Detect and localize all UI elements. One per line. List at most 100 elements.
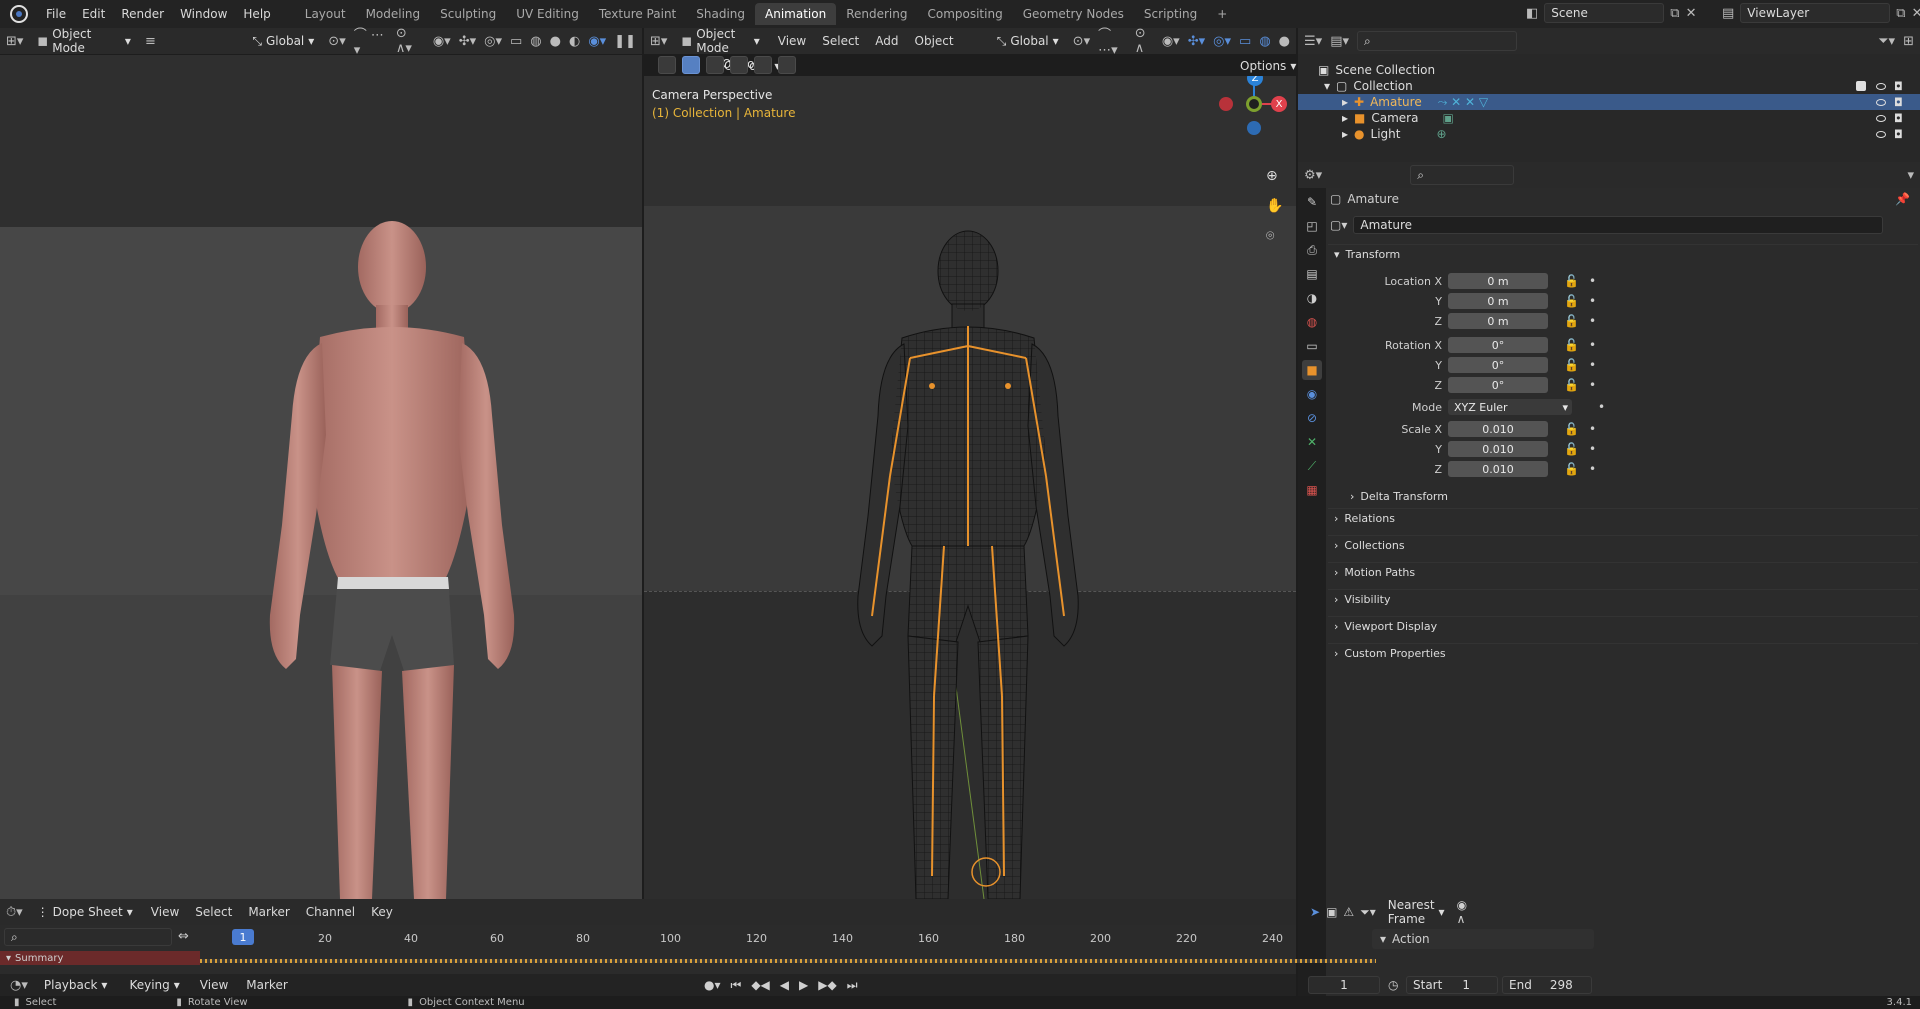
texture-tab-icon[interactable]: ▦	[1302, 480, 1322, 500]
visibility-panel-header[interactable]: › Visibility	[1328, 589, 1918, 609]
visibility-icon[interactable]: ◉▾	[1162, 34, 1180, 49]
pivot-icon[interactable]: ⊙▾	[1073, 34, 1090, 49]
lock-icon[interactable]: 🔓	[1564, 442, 1579, 456]
select-intersect-icon[interactable]	[778, 56, 796, 74]
menu-file[interactable]: File	[38, 0, 74, 28]
pan-hand-icon[interactable]: ✋	[1266, 198, 1283, 214]
lock-icon[interactable]: 🔓	[1564, 294, 1579, 308]
end-frame-field[interactable]: End 298	[1502, 976, 1592, 994]
zoom-icon[interactable]: ⊕	[1266, 168, 1278, 184]
menu-view[interactable]: View	[196, 975, 232, 995]
scene-tab-icon[interactable]: ◑	[1302, 288, 1322, 308]
action-panel-header[interactable]: ▾ Action	[1372, 929, 1594, 949]
tab-animation[interactable]: Animation	[755, 3, 837, 25]
outliner-collection[interactable]: ▾ ▢ Collection ◘	[1298, 78, 1920, 94]
current-frame-field[interactable]: 1	[1308, 976, 1380, 994]
tab-sculpting[interactable]: Sculpting	[430, 3, 506, 25]
scale-y-field[interactable]: 0.010	[1448, 441, 1548, 457]
eye-icon[interactable]	[1876, 130, 1886, 138]
world-tab-icon[interactable]: ◍	[1302, 312, 1322, 332]
eye-icon[interactable]	[1876, 98, 1886, 106]
shading-material-icon[interactable]: ◐	[569, 34, 580, 49]
menu-marker[interactable]: Marker	[242, 975, 291, 995]
constraint-tab-icon[interactable]: ⊘	[1302, 408, 1322, 428]
armature-data-tab-icon[interactable]: ✕	[1302, 432, 1322, 452]
relations-panel-header[interactable]: › Relations	[1328, 508, 1918, 528]
hamburger-menu-icon[interactable]: ≡	[145, 34, 156, 49]
keyframe-dot-icon[interactable]: •	[1589, 442, 1596, 456]
scale-x-field[interactable]: 0.010	[1448, 421, 1548, 437]
new-collection-icon[interactable]: ⊞	[1903, 34, 1914, 49]
new-scene-icon[interactable]: ⧉	[1670, 6, 1679, 21]
chevron-down-icon[interactable]: ▾	[1907, 168, 1914, 183]
motion-paths-panel-header[interactable]: › Motion Paths	[1328, 562, 1918, 582]
eye-icon[interactable]	[1876, 114, 1886, 122]
menu-select[interactable]: Select	[818, 27, 863, 55]
viewport-display-panel-header[interactable]: › Viewport Display	[1328, 616, 1918, 636]
tab-geometry-nodes[interactable]: Geometry Nodes	[1013, 3, 1134, 25]
output-tab-icon[interactable]: ⎙	[1302, 240, 1322, 260]
menu-help[interactable]: Help	[235, 0, 278, 28]
shading-wireframe-icon[interactable]: ◍	[1259, 34, 1270, 49]
menu-view[interactable]: View	[147, 898, 183, 926]
toolbar-toggle-icon[interactable]	[658, 56, 676, 74]
editor-type-icon[interactable]: ⚙▾	[1304, 168, 1322, 183]
keyframe-dot-icon[interactable]: •	[1589, 274, 1596, 288]
keyframe-dot-icon[interactable]: •	[1589, 314, 1596, 328]
tab-texture-paint[interactable]: Texture Paint	[589, 3, 686, 25]
overlay-icon[interactable]: ◎▾	[1213, 34, 1231, 49]
shading-solid-icon[interactable]: ●	[1279, 34, 1290, 49]
tab-uv-editing[interactable]: UV Editing	[506, 3, 589, 25]
editor-type-icon[interactable]: ⊞▾	[650, 34, 667, 49]
swap-icon[interactable]: ⇔	[178, 929, 189, 944]
scene-field[interactable]: Scene	[1544, 3, 1665, 23]
tab-layout[interactable]: Layout	[295, 3, 356, 25]
shading-solid-icon[interactable]: ●	[550, 34, 561, 49]
shading-wireframe-icon[interactable]: ◍	[530, 34, 541, 49]
outliner-item-light[interactable]: ▸ ● Light ⊕ ◘	[1298, 126, 1920, 142]
filter-icon[interactable]: ⏷▾	[1360, 905, 1376, 920]
left-mode-dropdown[interactable]: ◼ Object Mode ▾	[31, 27, 137, 55]
menu-channel[interactable]: Channel	[302, 898, 359, 926]
outliner-search-input[interactable]: ⌕	[1357, 31, 1517, 51]
outliner-scene-collection[interactable]: ▣ Scene Collection	[1298, 62, 1920, 78]
delta-transform-panel-header[interactable]: › Delta Transform	[1344, 486, 1920, 506]
display-mode-icon[interactable]: ▤▾	[1330, 34, 1349, 49]
keyframe-dot-icon[interactable]: •	[1589, 422, 1596, 436]
location-z-field[interactable]: 0 m	[1448, 313, 1548, 329]
collapse-arrow-icon[interactable]: ▾	[1324, 79, 1330, 93]
summary-channel[interactable]: ▾ Summary	[0, 951, 200, 965]
navigation-gizmo[interactable]	[1216, 76, 1296, 152]
menu-marker[interactable]: Marker	[244, 898, 293, 926]
rotation-x-field[interactable]: 0°	[1448, 337, 1548, 353]
proportional-edit-icon[interactable]: ⊙ ∧▾	[396, 26, 425, 56]
next-keyframe-icon[interactable]: ▶◆	[818, 978, 836, 992]
keyframe-dot-icon[interactable]: •	[1589, 462, 1596, 476]
clock-icon[interactable]: ◷	[1388, 978, 1398, 992]
select-extend-icon[interactable]	[706, 56, 724, 74]
object-name-field[interactable]: Amature	[1353, 216, 1884, 234]
gizmo-icon[interactable]: ✣▾	[459, 34, 476, 49]
view-layer-tab-icon[interactable]: ▤	[1302, 264, 1322, 284]
remove-view-layer-icon[interactable]: ✕	[1912, 6, 1920, 21]
camera-render-icon[interactable]: ◘	[1894, 112, 1903, 125]
gizmo-x-axis[interactable]: X	[1271, 96, 1287, 112]
pivot-icon[interactable]: ⊙▾	[328, 34, 345, 49]
camera-render-icon[interactable]: ◘	[1894, 80, 1903, 93]
outliner-item-armature[interactable]: ▸ ✚ Amature ⤳ ✕ ✕ ▽ ◘	[1298, 94, 1920, 110]
snap-icon[interactable]: ⌒ ⋯▾	[1098, 24, 1127, 58]
shading-rendered-icon[interactable]: ◉▾	[588, 34, 606, 49]
lock-icon[interactable]: 🔓	[1564, 358, 1579, 372]
editor-type-icon[interactable]: ⊞▾	[6, 34, 23, 49]
location-y-field[interactable]: 0 m	[1448, 293, 1548, 309]
expand-arrow-icon[interactable]: ▸	[1342, 127, 1348, 141]
summary-channel-row[interactable]: ▾ Summary	[0, 951, 1376, 965]
hidden-icon[interactable]: ▣	[1326, 905, 1337, 919]
rotation-mode-dropdown[interactable]: XYZ Euler ▾	[1448, 399, 1572, 415]
right-options-button[interactable]: Options ▾	[1234, 56, 1302, 76]
lock-icon[interactable]: 🔓	[1564, 422, 1579, 436]
remove-scene-icon[interactable]: ✕	[1686, 6, 1697, 21]
snap-icon[interactable]: ⌒ ⋯▾	[354, 24, 388, 58]
xray-icon[interactable]: ▭	[510, 34, 522, 49]
render-tab-icon[interactable]: ◰	[1302, 216, 1322, 236]
